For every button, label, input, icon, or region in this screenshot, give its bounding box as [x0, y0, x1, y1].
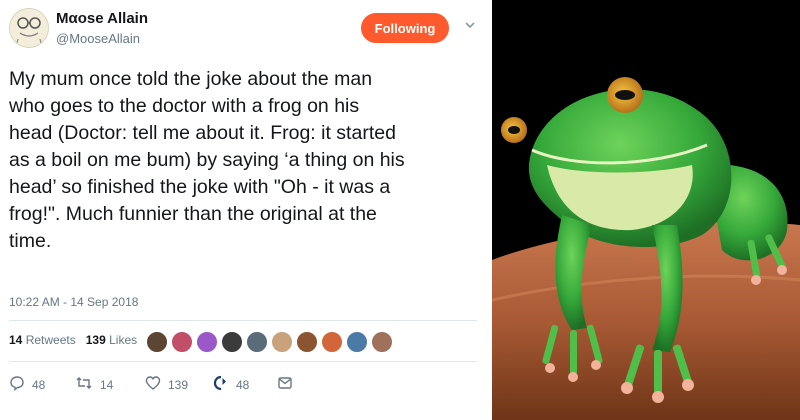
following-button[interactable]: Following	[361, 13, 449, 43]
avatar[interactable]	[221, 331, 243, 353]
retweet-icon	[75, 375, 93, 394]
display-name[interactable]: Mαοse Allain	[56, 10, 148, 27]
reply-count: 48	[32, 377, 46, 392]
reply-icon	[9, 375, 25, 394]
avatar[interactable]	[296, 331, 318, 353]
avatar[interactable]	[246, 331, 268, 353]
like-count[interactable]: 139 Likes	[86, 333, 137, 347]
tweet-card: Mαοse Allain @MooseAllain Following My m…	[0, 0, 486, 420]
like-icon	[145, 375, 161, 394]
retweet-count[interactable]: 14 Retweets	[9, 333, 76, 347]
avatar[interactable]	[321, 331, 343, 353]
avatar[interactable]	[271, 331, 293, 353]
avatar[interactable]	[196, 331, 218, 353]
engagement-stats: 14 Retweets 139 Likes	[9, 333, 137, 347]
user-handle[interactable]: @MooseAllain	[56, 31, 140, 46]
retweet-button[interactable]: 14	[75, 375, 145, 394]
tweet-text-line: head (Doctor: tell me about it. Frog: it…	[9, 122, 396, 144]
avatar[interactable]	[371, 331, 393, 353]
reply-button[interactable]: 48	[9, 375, 75, 394]
avatar[interactable]	[346, 331, 368, 353]
tweet-text: My mum once told the joke about the man …	[9, 66, 479, 255]
tweet-text-line: My mum once told the joke about the man	[9, 68, 373, 90]
divider	[9, 320, 477, 321]
avatar[interactable]	[171, 331, 193, 353]
like-action-count: 139	[168, 377, 189, 392]
message-icon	[277, 375, 293, 394]
chevron-down-icon[interactable]	[463, 18, 477, 32]
tweet-text-line: as a boil on me bum) by saying ‘a thing …	[9, 149, 405, 171]
like-button[interactable]: 139	[145, 375, 213, 394]
avatar[interactable]	[9, 8, 49, 48]
moments-count: 48	[236, 377, 250, 392]
retweet-action-count: 14	[100, 377, 114, 392]
frog-photo	[492, 0, 800, 420]
tweet-text-line: frog!". Much funnier than the original a…	[9, 203, 377, 225]
liker-avatars	[146, 331, 393, 353]
message-button[interactable]	[277, 375, 293, 394]
divider	[9, 361, 477, 362]
moments-button[interactable]: 48	[213, 375, 277, 394]
moments-icon	[213, 375, 229, 394]
tweet-text-line: head’ so finished the joke with "Oh - it…	[9, 176, 391, 198]
tweet-text-line: time.	[9, 230, 52, 252]
avatar[interactable]	[146, 331, 168, 353]
tweet-timestamp[interactable]: 10:22 AM - 14 Sep 2018	[9, 295, 138, 309]
tweet-text-line: who goes to the doctor with a frog on hi…	[9, 95, 360, 117]
tweet-actions: 48 14 139 48	[9, 375, 293, 394]
